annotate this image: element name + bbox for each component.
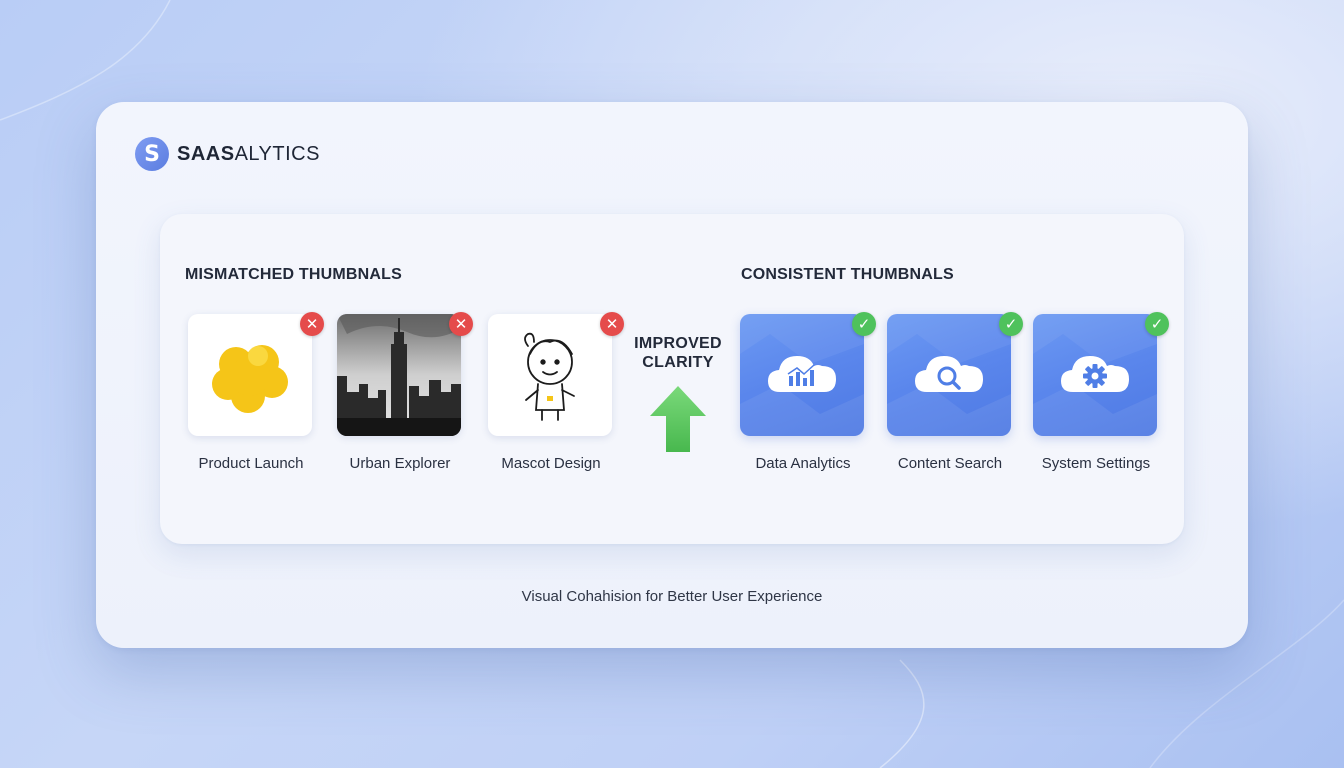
check-badge-icon: ✓ <box>1145 312 1169 336</box>
main-card: S SAASALYTICS MISMATCHED THUMBNALS CONSI… <box>96 102 1248 648</box>
thumbnail-image <box>1033 314 1157 436</box>
thumbnail-label: Product Launch <box>198 455 304 472</box>
comparison-panel: MISMATCHED THUMBNALS CONSISTENT THUMBNAL… <box>160 214 1184 544</box>
brand-logo-icon: S <box>135 137 169 171</box>
improved-label: IMPROVED <box>634 335 722 352</box>
consistent-title: CONSISTENT THUMBNALS <box>741 266 954 283</box>
thumbnail-card-data-analytics[interactable]: ✓ Data Analytics <box>740 312 876 472</box>
cloud-chart-icon <box>740 314 864 436</box>
brand: S SAASALYTICS <box>135 137 320 171</box>
improved-clarity-indicator: IMPROVED CLARITY <box>620 334 736 459</box>
city-skyline-photo <box>337 314 461 436</box>
brand-name: SAASALYTICS <box>177 142 320 165</box>
thumbnail-card-content-search[interactable]: ✓ Content Search <box>887 312 1023 472</box>
clarity-label: CLARITY <box>642 354 714 371</box>
x-badge-icon: ✕ <box>600 312 624 336</box>
thumbnail-image <box>188 314 312 436</box>
footer-caption: Visual Cohahision for Better User Experi… <box>521 588 823 605</box>
thumbnail-image <box>337 314 461 436</box>
thumbnail-card-urban-explorer[interactable]: ✕ Urban Explorer <box>337 312 473 472</box>
thumbnail-label: Mascot Design <box>501 455 601 472</box>
up-arrow-icon <box>650 386 706 452</box>
thumbnail-label: Urban Explorer <box>349 455 451 472</box>
thumbnail-label: Data Analytics <box>755 455 851 472</box>
thumbnail-card-system-settings[interactable]: ✓ System Settings <box>1033 312 1169 472</box>
mismatched-title: MISMATCHED THUMBNALS <box>185 266 403 283</box>
thumbnail-image <box>740 314 864 436</box>
check-badge-icon: ✓ <box>852 312 876 336</box>
thumbnail-label: Content Search <box>897 455 1003 472</box>
check-badge-icon: ✓ <box>999 312 1023 336</box>
cloud-gear-icon <box>1033 314 1157 436</box>
thumbnail-card-product-launch[interactable]: ✕ Product Launch <box>188 312 324 472</box>
thumbnail-image <box>488 314 612 436</box>
x-badge-icon: ✕ <box>449 312 473 336</box>
cloud-search-icon <box>887 314 1011 436</box>
mascot-doodle-icon <box>524 332 575 421</box>
thumbnail-card-mascot-design[interactable]: ✕ Mascot Design <box>488 312 624 472</box>
thumbnail-label: System Settings <box>1041 455 1151 472</box>
yellow-blob-icon <box>212 345 288 413</box>
x-badge-icon: ✕ <box>300 312 324 336</box>
thumbnail-image <box>887 314 1011 436</box>
